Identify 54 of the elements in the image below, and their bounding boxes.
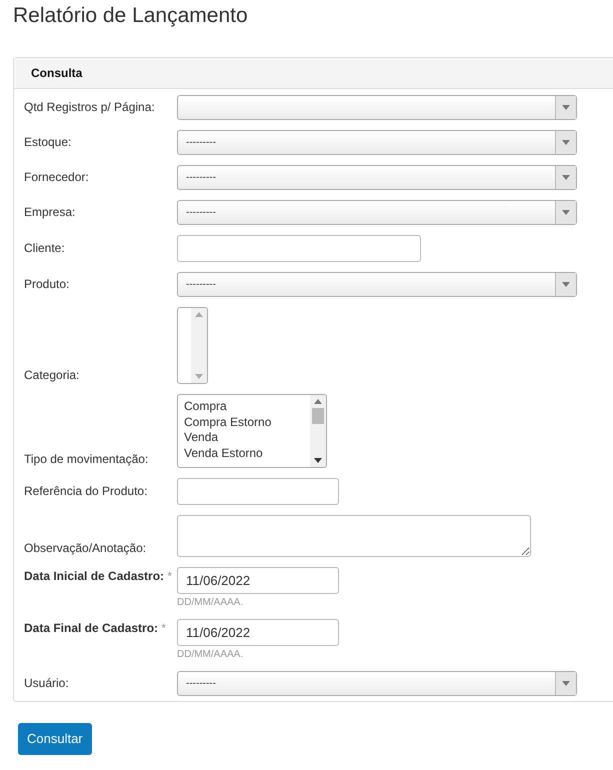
submit-button[interactable]: Consultar [18, 723, 92, 755]
dropdown-value: --------- [185, 677, 217, 691]
field-label: Produto: [24, 277, 70, 291]
dropdown-field[interactable]: --------- [177, 671, 577, 696]
field-label: Qtd Registros p/ Página: [24, 100, 155, 114]
scrollbar-thumb[interactable] [312, 408, 324, 424]
scroll-down-icon[interactable] [314, 458, 322, 463]
field-label: Estoque: [24, 135, 72, 149]
date-format-hint: DD/MM/AAAA. [177, 649, 244, 661]
date-input[interactable]: 11/06/2022 [177, 567, 339, 594]
date-input[interactable]: 11/06/2022 [177, 619, 339, 646]
field-label: Fornecedor: [24, 170, 89, 184]
dropdown-value: --------- [185, 278, 217, 292]
scrollbar[interactable] [191, 308, 207, 383]
dropdown-value: --------- [185, 171, 217, 185]
list-option[interactable]: Compra [184, 399, 310, 414]
caret-icon [562, 210, 570, 215]
caret-icon [562, 681, 570, 686]
field-label: Observação/Anotação: [24, 541, 146, 555]
dropdown-field[interactable]: --------- [177, 130, 577, 155]
text-area[interactable] [177, 515, 531, 557]
caret-icon [562, 175, 570, 180]
field-label: Cliente: [24, 241, 65, 255]
dropdown-value: --------- [185, 136, 217, 150]
scroll-up-icon[interactable] [314, 399, 322, 404]
dropdown-value: --------- [185, 206, 217, 220]
field-label: Data Inicial de Cadastro: [24, 569, 164, 583]
dropdown-field[interactable] [177, 95, 577, 120]
required-mark: * [167, 569, 172, 583]
list-option[interactable]: Venda [184, 430, 310, 446]
list-option[interactable]: Compra Estorno [184, 414, 310, 430]
field-label: Categoria: [24, 368, 80, 382]
text-input[interactable] [177, 235, 421, 262]
field-label: Empresa: [24, 205, 76, 219]
date-format-hint: DD/MM/AAAA. [177, 597, 244, 609]
scrollbar[interactable] [310, 395, 326, 467]
list-option[interactable]: Venda Estorno [184, 446, 310, 461]
dropdown-field[interactable]: --------- [177, 165, 577, 190]
field-label: Tipo de movimentação: [24, 452, 148, 466]
caret-icon [562, 282, 570, 287]
text-input[interactable] [177, 478, 339, 505]
caret-icon [562, 105, 570, 110]
field-label: Usuário: [24, 676, 69, 690]
scroll-up-icon[interactable] [195, 312, 203, 317]
list-box[interactable] [177, 307, 208, 384]
list-box[interactable]: Compra Compra Estorno Venda Venda Estorno [177, 394, 327, 468]
field-label: Data Final de Cadastro: [24, 621, 158, 635]
dropdown-field[interactable]: --------- [177, 200, 577, 225]
page-title: Relatório de Lançamento [13, 3, 249, 28]
panel-heading: Consulta [31, 65, 82, 82]
field-label: Referência do Produto: [24, 484, 148, 498]
dropdown-field[interactable]: --------- [177, 272, 577, 297]
required-mark: * [161, 621, 166, 635]
caret-icon [562, 140, 570, 145]
